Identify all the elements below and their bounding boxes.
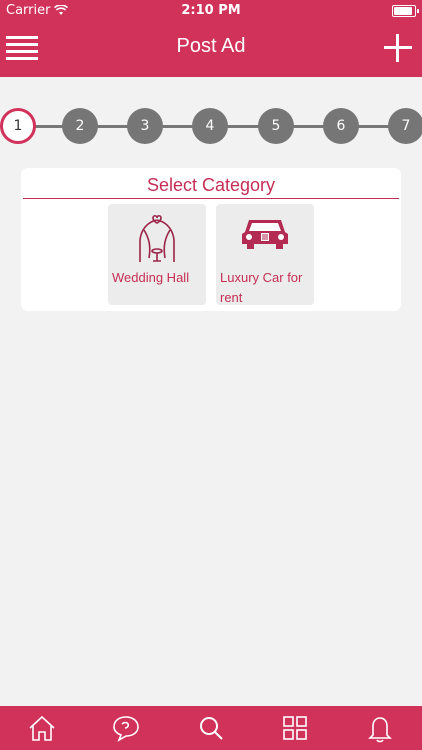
card-divider	[23, 198, 399, 199]
step-7[interactable]: 7	[388, 108, 422, 144]
step-1[interactable]: 1	[0, 108, 36, 144]
step-4[interactable]: 4	[192, 108, 228, 144]
category-card: Select Category Wedding Hall Luxury Car …	[21, 168, 401, 311]
tab-notifications[interactable]	[359, 708, 401, 748]
page-title: Post Ad	[176, 35, 246, 57]
category-luxury-car[interactable]: Luxury Car for rent	[216, 204, 314, 305]
status-time: 2:10 PM	[181, 3, 241, 18]
tab-search[interactable]	[190, 708, 232, 748]
add-button[interactable]	[384, 34, 412, 62]
car-icon	[216, 214, 314, 254]
app-header: Carrier 2:10 PM Post Ad	[0, 0, 422, 77]
category-label: Luxury Car for rent	[220, 270, 303, 305]
bottom-tab-bar	[0, 706, 422, 750]
category-wedding-hall[interactable]: Wedding Hall	[108, 204, 206, 305]
category-label: Wedding Hall	[112, 270, 190, 285]
chat-icon	[112, 716, 139, 742]
step-3[interactable]: 3	[127, 108, 163, 144]
bell-icon	[367, 717, 392, 743]
wedding-arch-icon	[108, 214, 206, 264]
grid-icon	[283, 716, 308, 740]
tab-categories[interactable]	[274, 708, 316, 748]
home-icon	[29, 715, 55, 741]
step-indicator: 1 2 3 4 5 6 7	[0, 105, 422, 147]
tab-home[interactable]	[21, 708, 63, 748]
status-bar: Carrier 2:10 PM	[0, 0, 422, 22]
battery-icon	[392, 5, 419, 17]
battery-level	[394, 7, 412, 15]
step-2[interactable]: 2	[62, 108, 98, 144]
tab-chat[interactable]	[106, 708, 148, 748]
card-title: Select Category	[146, 175, 276, 195]
search-icon	[199, 717, 223, 740]
step-5[interactable]: 5	[258, 108, 294, 144]
step-6[interactable]: 6	[323, 108, 359, 144]
